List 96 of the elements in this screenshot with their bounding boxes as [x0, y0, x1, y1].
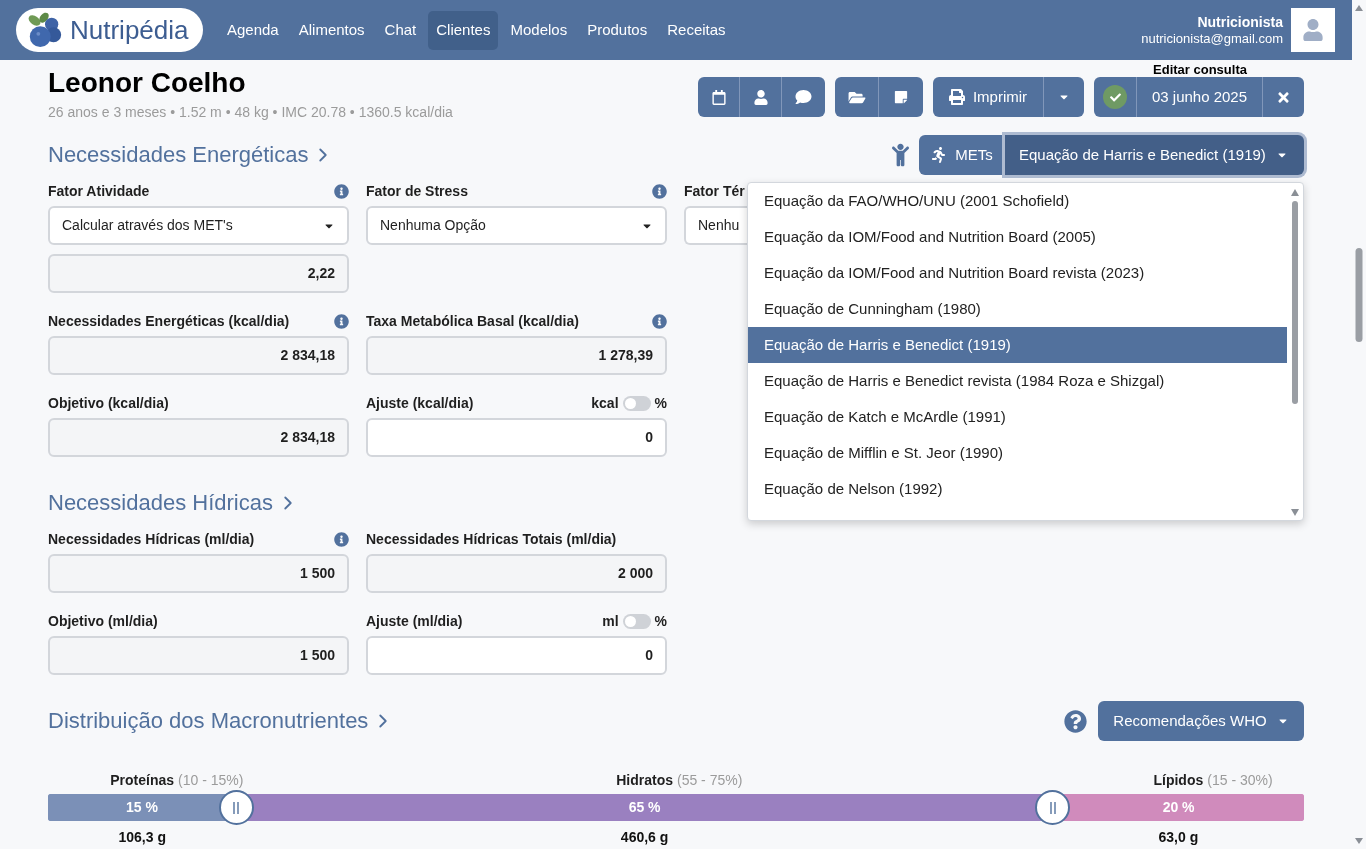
- nav-link[interactable]: Receitas: [659, 10, 734, 50]
- readonly-field: 2 000: [366, 554, 667, 593]
- print-button[interactable]: Imprimir: [933, 77, 1044, 117]
- select-field[interactable]: Calcular através dos MET's: [48, 206, 349, 245]
- info-icon[interactable]: [652, 313, 667, 329]
- slider-handle[interactable]: [1035, 790, 1071, 825]
- dropdown-option[interactable]: Equação de Cunningham (1980): [748, 291, 1287, 327]
- note-button[interactable]: [879, 77, 923, 117]
- grip-icon: [233, 801, 240, 814]
- macro-name: Proteínas: [110, 771, 175, 789]
- date-button[interactable]: 03 junho 2025: [1137, 77, 1263, 117]
- calendar-button[interactable]: [698, 77, 740, 117]
- mets-button[interactable]: METs: [919, 135, 1005, 175]
- input-field[interactable]: 0: [366, 418, 667, 457]
- blueberry-icon: [26, 11, 64, 49]
- field-label: Objetivo (ml/dia): [48, 611, 158, 631]
- recommendation-button[interactable]: Recomendações WHO: [1098, 701, 1304, 741]
- readonly-field: 2,22: [48, 254, 349, 293]
- nav-link[interactable]: Modelos: [502, 10, 576, 50]
- info-icon[interactable]: [334, 531, 349, 547]
- slider-handle[interactable]: [218, 790, 254, 825]
- user-name: Nutricionista: [1197, 13, 1283, 31]
- logo-link[interactable]: Nutripédia: [16, 8, 203, 52]
- chat-button[interactable]: [782, 77, 825, 117]
- macro-grams: 63,0 g: [1158, 828, 1199, 846]
- field-label: Taxa Metabólica Basal (kcal/dia): [366, 311, 579, 331]
- dropdown-option[interactable]: Equação de Mifflin e St. Jeor (1990): [748, 435, 1287, 471]
- field-label: Necessidades Energéticas (kcal/dia): [48, 311, 290, 331]
- field-label: Fator de Stress: [366, 181, 468, 201]
- macro-grams: 106,3 g: [118, 828, 166, 846]
- printer-icon: [948, 89, 965, 105]
- macro-range: (55 - 75%): [677, 771, 743, 789]
- running-person-icon: [931, 147, 947, 163]
- close-button[interactable]: [1263, 77, 1304, 117]
- dropdown-option[interactable]: Equação de Harris e Benedict revista (1984 Roza e Shizgal): [748, 363, 1287, 399]
- chat-bubble-icon: [795, 89, 812, 105]
- readonly-field: 1 500: [48, 554, 349, 593]
- nav-link[interactable]: Clientes: [428, 10, 499, 50]
- field-label: Ajuste (ml/dia): [366, 611, 463, 631]
- user-email: nutricionista@gmail.com: [1141, 31, 1283, 47]
- nav-link[interactable]: Produtos: [579, 10, 656, 50]
- profile-button[interactable]: [740, 77, 782, 117]
- nav-link[interactable]: Agenda: [219, 10, 287, 50]
- section-title: Necessidades Hídricas: [48, 489, 273, 517]
- toggle-label: ml: [602, 611, 619, 631]
- toggle-switch[interactable]: [622, 613, 651, 629]
- select-field[interactable]: Nenhu: [684, 206, 747, 245]
- patient-name: Leonor Coelho: [48, 66, 247, 100]
- readonly-field: 1 500: [48, 636, 349, 675]
- dropdown-option[interactable]: Equação de Nelson (1992): [748, 471, 1287, 507]
- user-icon: [753, 89, 768, 105]
- macro-name: Lípidos: [1153, 771, 1204, 789]
- print-options-button[interactable]: [1044, 77, 1084, 117]
- field-label: Fator Atividade: [48, 181, 150, 201]
- info-icon[interactable]: [334, 183, 349, 199]
- field-label: Fator Tér: [684, 181, 745, 201]
- sticky-note-icon: [894, 90, 908, 104]
- macro-range: (15 - 30%): [1207, 771, 1273, 789]
- grip-icon: [1049, 801, 1056, 814]
- close-icon: [1276, 89, 1291, 105]
- toggle-label: %: [654, 611, 667, 631]
- help-icon[interactable]: [1064, 709, 1087, 733]
- readonly-field: 2 834,18: [48, 336, 349, 375]
- child-icon: [892, 142, 909, 168]
- equation-select[interactable]: Equação de Harris e Benedict (1919): [1005, 135, 1304, 175]
- dropdown-option[interactable]: Equação de Katch e McArdle (1991): [748, 399, 1287, 435]
- select-field[interactable]: Nenhuma Opção: [366, 206, 667, 245]
- macro-name: Hidratos: [616, 771, 673, 789]
- section-title: Necessidades Energéticas: [48, 141, 309, 169]
- macro-range: (10 - 15%): [178, 771, 244, 789]
- toggle-label: %: [654, 393, 667, 413]
- nav-link[interactable]: Alimentos: [290, 10, 373, 50]
- field-label: Necessidades Hídricas Totais (ml/dia): [366, 529, 617, 549]
- dropdown-option[interactable]: Equação da IOM/Food and Nutrition Board (2005): [748, 219, 1287, 255]
- info-icon[interactable]: [334, 313, 349, 329]
- readonly-field: 2 834,18: [48, 418, 349, 457]
- folder-button[interactable]: [835, 77, 879, 117]
- folder-icon: [847, 89, 866, 105]
- field-label: Objetivo (kcal/dia): [48, 393, 169, 413]
- readonly-field: 1 278,39: [366, 336, 667, 375]
- toggle-label: kcal: [591, 393, 619, 413]
- field-label: Ajuste (kcal/dia): [366, 393, 474, 413]
- dropdown-option[interactable]: Equação de Harris e Benedict (1919): [748, 327, 1287, 363]
- calendar-icon: [711, 89, 726, 105]
- dropdown-option[interactable]: Equação da FAO/WHO/UNU (2001 Schofield): [748, 183, 1287, 219]
- section-title: Distribuição dos Macronutrientes: [48, 707, 369, 735]
- field-label: Necessidades Hídricas (ml/dia): [48, 529, 255, 549]
- toggle-switch[interactable]: [622, 395, 651, 411]
- consultation-caption: Editar consulta: [1153, 62, 1247, 77]
- confirm-button[interactable]: [1094, 77, 1137, 117]
- input-field[interactable]: 0: [366, 636, 667, 675]
- nav-link[interactable]: Chat: [376, 10, 425, 50]
- info-icon[interactable]: [652, 183, 667, 199]
- patient-summary: 26 anos e 3 meses • 1.52 m • 48 kg • IMC 20.78 • 1360.5 kcal/dia: [48, 103, 453, 121]
- macro-grams: 460,6 g: [620, 828, 669, 846]
- dropdown-option[interactable]: Equação da IOM/Food and Nutrition Board revista (2023): [748, 255, 1287, 291]
